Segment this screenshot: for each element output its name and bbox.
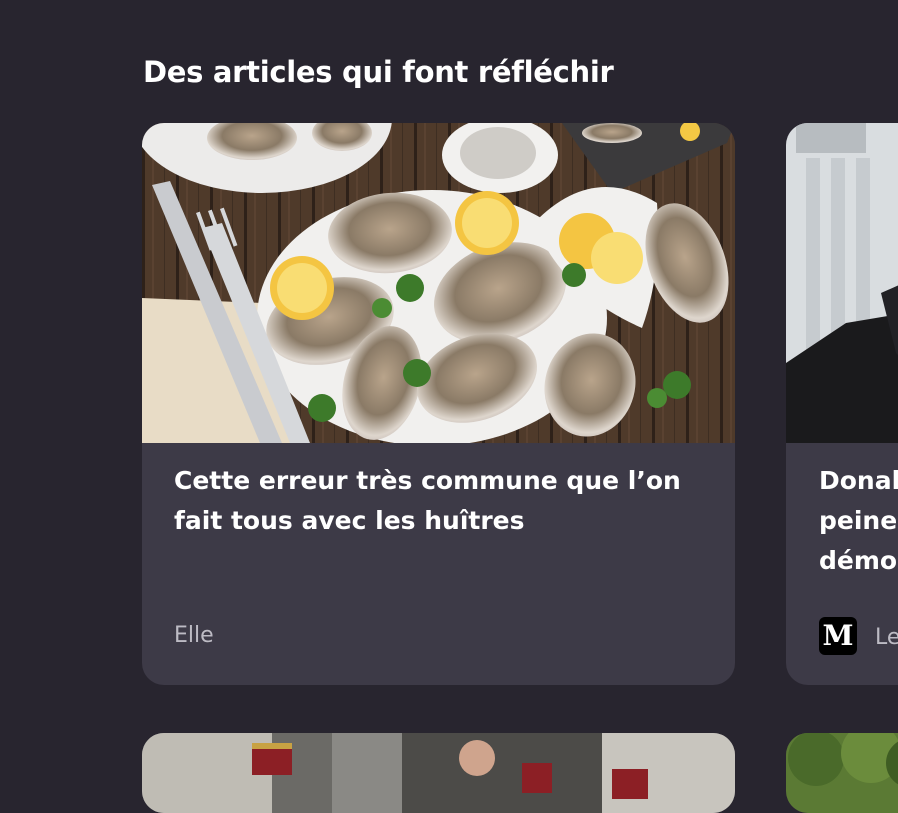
article-card-bottom-1[interactable] <box>142 733 735 813</box>
article-source: Le <box>875 625 898 650</box>
article-card-bottom-2[interactable] <box>786 733 898 813</box>
article-image-ceremony <box>142 733 735 813</box>
article-image-man <box>786 123 898 443</box>
article-source: Elle <box>174 623 214 648</box>
article-title[interactable]: Cette erreur très commune que l’on fait … <box>174 461 714 541</box>
publisher-logo: M <box>819 617 857 655</box>
article-image-oysters <box>142 123 735 443</box>
article-image-trees <box>786 733 898 813</box>
article-title[interactable]: Donal peine démo <box>819 461 898 581</box>
article-card-second[interactable]: Donal peine démo M Le <box>786 123 898 685</box>
article-card-oysters[interactable]: Cette erreur très commune que l’on fait … <box>142 123 735 685</box>
section-title: Des articles qui font réfléchir <box>143 55 614 89</box>
